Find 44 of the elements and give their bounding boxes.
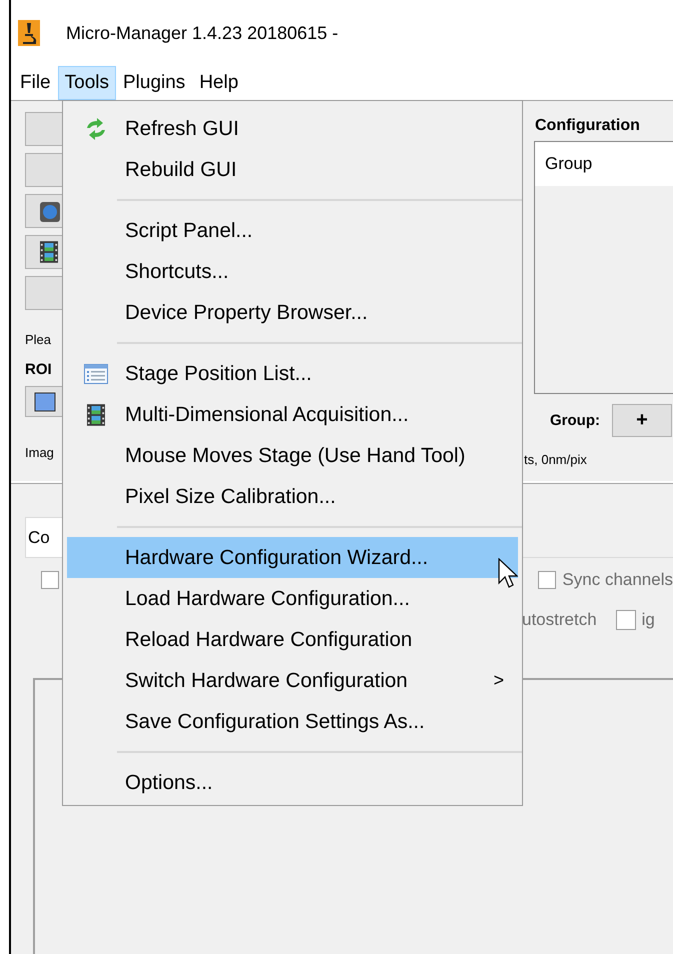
menu-item[interactable]: Refresh GUI — [67, 108, 518, 149]
menu-item[interactable]: File — [13, 66, 58, 100]
configuration-title: Configuration — [535, 117, 641, 135]
menu-item[interactable]: Script Panel... — [67, 210, 518, 251]
submenu-arrow: > — [493, 670, 504, 691]
film-icon — [87, 404, 105, 426]
menu-item[interactable]: Plugins — [116, 66, 192, 100]
microscope-icon — [18, 20, 40, 46]
window-title: Micro-Manager 1.4.23 20180615 - — [66, 22, 338, 44]
roi-label: ROI — [25, 361, 52, 378]
menu-item[interactable]: Shortcuts... — [67, 251, 518, 292]
checkbox[interactable] — [616, 610, 636, 630]
list-row[interactable]: Group — [535, 142, 673, 186]
tab[interactable]: Co — [25, 517, 63, 557]
list-icon — [84, 364, 108, 384]
cursor-icon — [498, 558, 518, 590]
camera-icon — [40, 200, 60, 222]
menu-item[interactable]: Multi-Dimensional Acquisition... — [67, 394, 518, 435]
film-icon — [40, 241, 58, 263]
menu-item[interactable]: Tools — [58, 66, 116, 100]
menu-item[interactable]: Switch Hardware Configuration > — [67, 660, 518, 701]
checkbox-label: utostretch — [522, 610, 597, 630]
checkbox[interactable] — [538, 571, 556, 589]
checkbox-label: ig — [642, 610, 655, 630]
menu-item[interactable]: Help — [192, 66, 246, 100]
menu-item[interactable]: Stage Position List... — [67, 353, 518, 394]
menu-item[interactable]: Hardware Configuration Wizard... — [67, 537, 518, 578]
group-label: Group: — [550, 412, 600, 429]
refresh-icon — [84, 118, 108, 140]
roi-icon — [34, 392, 56, 412]
menu-item[interactable]: Load Hardware Configuration... — [67, 578, 518, 619]
add-button[interactable]: + — [612, 404, 672, 437]
menu-item[interactable]: Rebuild GUI — [67, 149, 518, 190]
menu-item[interactable]: Reload Hardware Configuration — [67, 619, 518, 660]
image-info: ts, 0nm/pix — [524, 452, 588, 467]
menu-item[interactable]: Device Property Browser... — [67, 292, 518, 333]
menu-item[interactable]: Mouse Moves Stage (Use Hand Tool) — [67, 435, 518, 476]
checkbox-label: Sync channels — [562, 570, 673, 590]
checkbox[interactable] — [41, 571, 59, 589]
status-text: Plea — [25, 332, 52, 347]
menu-item[interactable]: Save Configuration Settings As... — [67, 701, 518, 742]
menu-item[interactable]: Pixel Size Calibration... — [67, 476, 518, 517]
menu-item[interactable]: Options... — [67, 762, 518, 803]
image-info: Imag — [25, 445, 54, 460]
